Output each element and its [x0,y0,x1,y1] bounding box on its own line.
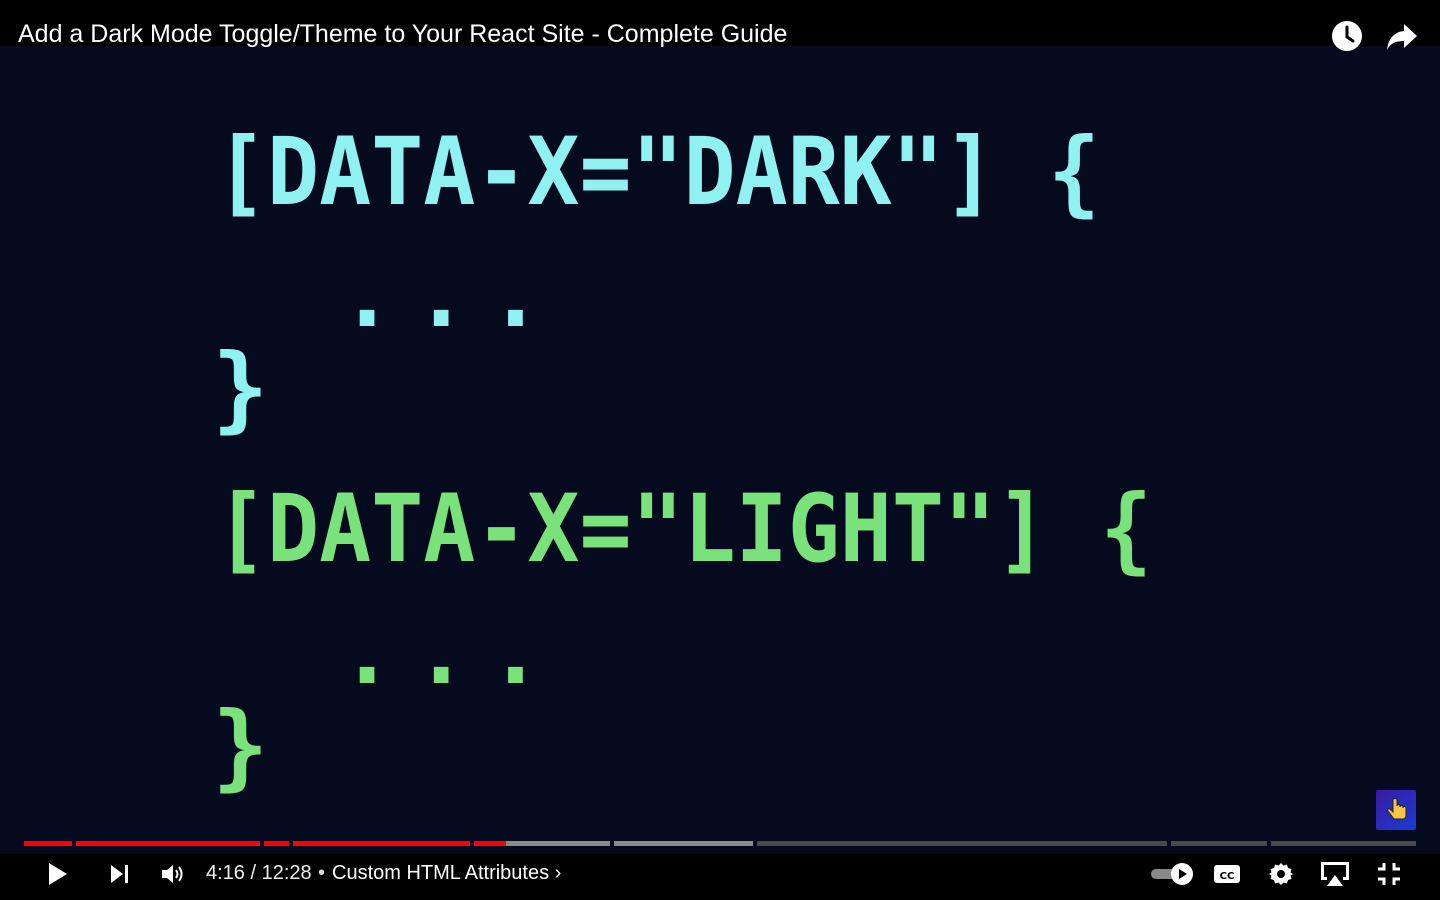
share-icon[interactable] [1384,18,1420,54]
play-icon[interactable] [38,854,78,894]
progress-buffered-segment[interactable] [614,841,753,846]
volume-icon[interactable] [152,854,194,894]
clock-icon[interactable] [1329,18,1365,54]
progress-chapter-segment[interactable] [264,841,289,846]
autoplay-toggle-icon[interactable] [1148,854,1196,894]
svg-text:CC: CC [1220,871,1235,882]
chapter-separator: • [318,862,326,884]
gear-icon[interactable] [1262,854,1300,894]
progress-bar[interactable] [24,841,1416,846]
progress-chapter-segment[interactable] [24,841,72,846]
player-top-bar: Add a Dark Mode Toggle/Theme to Your Rea… [0,0,1440,51]
chapter-title-button[interactable]: Custom HTML Attributes › [332,862,561,885]
progress-chapter-segment[interactable] [757,841,1167,846]
chevron-right-icon: › [554,862,562,884]
video-title[interactable]: Add a Dark Mode Toggle/Theme to Your Rea… [18,18,787,50]
progress-chapter-segment[interactable] [293,841,470,846]
code-line-dark-close-brace: } [212,334,269,443]
hand-pointer-icon [1376,790,1416,830]
code-line-dark-selector: [DATA-X="DARK"] { [215,118,1101,227]
progress-chapter-segment[interactable] [1271,841,1416,846]
airplay-icon[interactable] [1314,854,1356,894]
code-line-dark-dots: ... [340,243,563,348]
progress-chapter-segment[interactable] [1171,841,1267,846]
exit-fullscreen-icon[interactable] [1370,854,1408,894]
progress-chapter-segment-current[interactable] [474,841,506,846]
code-line-light-dots: ... [340,600,563,705]
cc-icon[interactable]: CC [1208,854,1246,894]
video-player[interactable]: Add a Dark Mode Toggle/Theme to Your Rea… [0,0,1440,900]
code-line-light-selector: [DATA-X="LIGHT"] { [215,475,1153,584]
progress-chapter-segment[interactable] [76,841,260,846]
progress-buffered-segment[interactable] [506,841,610,846]
code-line-light-close-brace: } [212,692,269,801]
next-icon[interactable] [100,854,140,894]
time-display: 4:16 / 12:28 [206,862,312,884]
video-frame[interactable]: [DATA-X="DARK"] { ... } [DATA-X="LIGHT"]… [0,46,1440,854]
chapter-label: Custom HTML Attributes [332,862,550,884]
